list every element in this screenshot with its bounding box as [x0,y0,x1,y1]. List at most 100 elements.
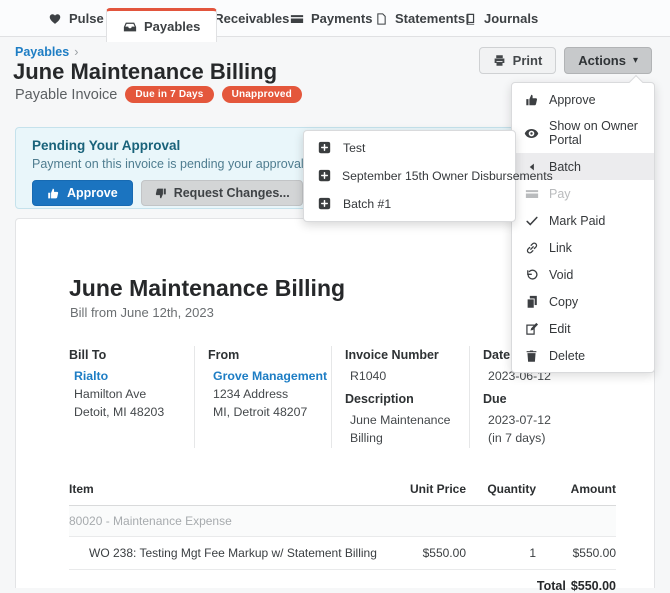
menu-item-label: Edit [549,322,571,336]
bill-to-column: Bill To Rialto Hamilton Ave Detoit, MI 4… [69,346,194,448]
menu-item-label: Show on Owner Portal [549,119,642,147]
tab-payables[interactable]: Payables [106,8,217,42]
document-icon [375,12,388,26]
total-row: Total $550.00 [69,570,616,593]
menu-item-void[interactable]: Void [512,261,654,288]
trash-icon [524,348,539,363]
account-group-row: 80020 - Maintenance Expense [69,506,616,536]
submenu-item-label: Test [343,141,365,155]
request-changes-label: Request Changes... [174,186,290,200]
undo-icon [524,267,539,282]
menu-item-show-on-owner-portal[interactable]: Show on Owner Portal [512,113,654,153]
thumbs-up-icon [47,187,60,200]
tab-statements[interactable]: Statements [375,0,465,37]
submenu-item-batch-1[interactable]: Batch #1 [304,190,515,218]
menu-item-label: Pay [549,187,571,201]
tab-label: Pulse [69,11,104,26]
approve-button[interactable]: Approve [32,180,133,206]
check-icon [524,213,539,228]
invoice-subtitle: Bill from June 12th, 2023 [70,305,214,320]
row-unit-price: $550.00 [381,546,466,560]
from-link[interactable]: Grove Management [213,368,327,386]
page-title: June Maintenance Billing [13,59,277,85]
bill-to-link[interactable]: Rialto [74,368,108,386]
invoice-title: June Maintenance Billing [69,275,345,302]
menu-item-copy[interactable]: Copy [512,288,654,315]
printer-icon [493,54,506,67]
invoice-number-column: Invoice Number R1040 Description June Ma… [331,346,469,448]
row-item: WO 238: Testing Mgt Fee Markup w/ Statem… [69,546,381,560]
tab-label: Payables [144,19,200,34]
batch-submenu: Test September 15th Owner Disbursements … [303,130,516,222]
eye-icon [524,126,539,141]
copy-icon [524,294,539,309]
from-label: From [208,346,331,364]
row-quantity: 1 [466,546,536,560]
menu-item-label: Copy [549,295,578,309]
menu-item-edit[interactable]: Edit [512,315,654,342]
header-quantity: Quantity [466,482,536,496]
invoice-type-label: Payable Invoice [15,87,117,103]
actions-label: Actions [578,53,626,68]
description-value: June Maintenance Billing [345,412,469,448]
print-label: Print [513,53,543,68]
menu-item-label: Link [549,241,572,255]
tab-journals[interactable]: Journals [464,0,538,37]
submenu-item-label: Batch #1 [343,197,391,211]
link-icon [524,240,539,255]
actions-dropdown-menu: Approve Show on Owner Portal Batch Pay M… [511,82,655,373]
row-amount: $550.00 [536,546,616,560]
total-label: Total [537,579,566,593]
plus-square-icon [318,197,332,211]
inbox-icon [123,20,137,34]
total-value: $550.00 [571,579,616,593]
due-badge: Due in 7 Days [125,86,213,103]
thumbs-down-icon [154,187,167,200]
edit-icon [524,321,539,336]
heart-icon [48,12,62,26]
invoice-number-label: Invoice Number [345,346,469,364]
request-changes-button[interactable]: Request Changes... [141,180,303,206]
thumbs-up-icon [524,92,539,107]
account-group-label: 80020 - Maintenance Expense [69,514,616,528]
menu-item-delete[interactable]: Delete [512,342,654,369]
book-icon [464,12,477,26]
tab-label: Statements [395,11,465,26]
breadcrumb-payables-link[interactable]: Payables [15,45,69,59]
bill-to-address-1: Hamilton Ave [69,386,194,404]
menu-item-pay: Pay [512,180,654,207]
tab-label: Payments [311,11,372,26]
menu-item-link[interactable]: Link [512,234,654,261]
unapproved-badge: Unapproved [222,86,302,103]
breadcrumb-separator: › [74,45,78,59]
description-label: Description [345,390,469,408]
top-tab-bar: Pulse Payables $ Receivables Payments St… [0,0,670,37]
table-row: WO 238: Testing Mgt Fee Markup w/ Statem… [69,536,616,570]
from-column: From Grove Management 1234 Address MI, D… [194,346,331,448]
menu-item-label: Void [549,268,573,282]
tab-payments[interactable]: Payments [290,0,372,37]
line-items-table: Item Unit Price Quantity Amount 80020 - … [69,476,616,593]
header-amount: Amount [536,482,616,496]
from-address-1: 1234 Address [208,386,331,404]
due-label: Due [483,390,616,408]
invoice-number-value: R1040 [345,368,469,386]
menu-item-label: Batch [549,160,581,174]
from-address-2: MI, Detroit 48207 [208,404,331,422]
due-note: (in 7 days) [483,430,616,448]
submenu-item-test[interactable]: Test [304,134,515,162]
menu-item-approve[interactable]: Approve [512,86,654,113]
tab-pulse[interactable]: Pulse [48,0,104,37]
credit-card-icon [524,186,539,201]
print-button[interactable]: Print [479,47,557,74]
approve-label: Approve [67,186,118,200]
submenu-item-september-15th-owner-disbursements[interactable]: September 15th Owner Disbursements [304,162,515,190]
bill-to-label: Bill To [69,346,194,364]
tab-label: Receivables [214,11,289,26]
menu-item-mark-paid[interactable]: Mark Paid [512,207,654,234]
caret-down-icon: ▾ [633,55,638,66]
plus-square-icon [318,141,332,155]
header-buttons: Print Actions ▾ [479,47,652,74]
actions-button[interactable]: Actions ▾ [564,47,652,74]
menu-item-label: Mark Paid [549,214,605,228]
